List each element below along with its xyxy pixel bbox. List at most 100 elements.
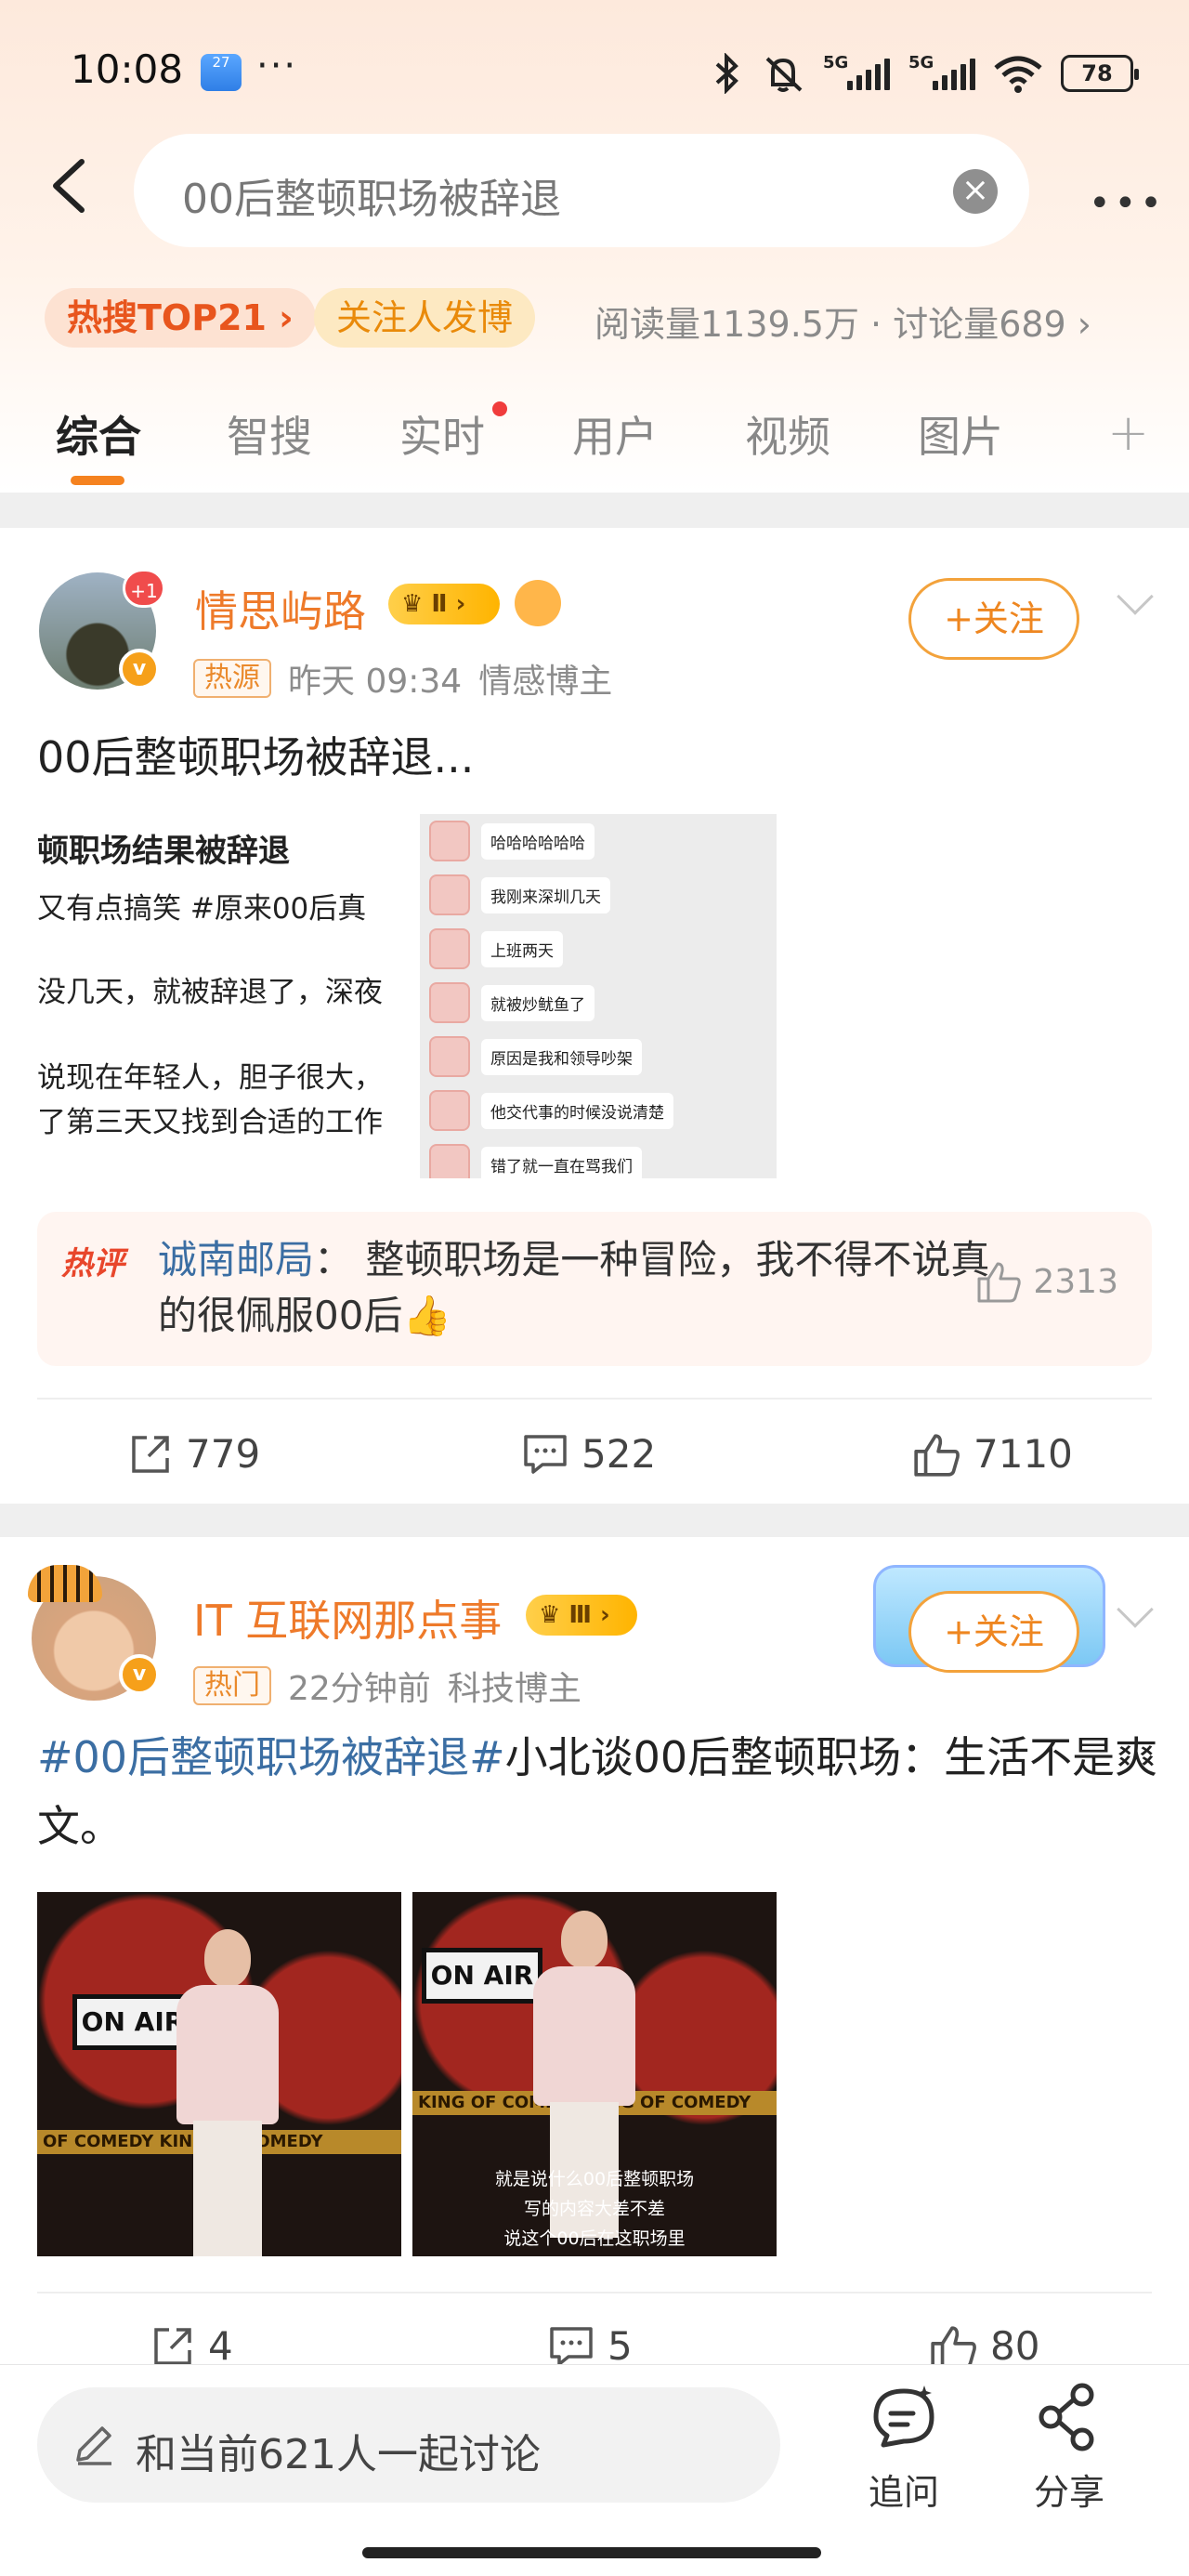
follow-button[interactable]: +关注 [908,578,1079,660]
post-time: 昨天 09:34 [288,663,463,701]
pig-avatar-icon [429,928,470,969]
pig-avatar-icon [429,1144,470,1178]
more-icon[interactable]: ••• [1089,182,1166,225]
chevron-down-icon[interactable] [1117,1591,1154,1628]
status-dots: ··· [256,45,298,87]
tab-bar: 综合 智搜 实时 用户 视频 图片 + [0,390,1189,493]
share-button[interactable]: 分享 [1018,2382,1120,2515]
status-time: 10:08 [71,46,184,92]
search-query: 00后整顿职场被辞退 [182,176,561,223]
video-thumbnail[interactable]: ON AIR KING OF COMEDY KING OF COMEDY 就是说… [412,1892,777,2256]
comment-button[interactable]: 5 [548,2323,633,2369]
post-text: #00后整顿职场被辞退#小北谈00后整顿职场：生活不是爽文。 [37,1723,1161,1860]
tab-videos[interactable]: 视频 [745,403,830,465]
comment-button[interactable]: 522 [522,1431,656,1477]
hot-comment-sep: ： [314,1237,354,1282]
emoji-badge-icon [515,580,561,626]
pig-avatar-icon [429,821,470,861]
chat-row: 哈哈哈哈哈哈 [429,818,594,864]
comment-icon [550,2326,593,2366]
pig-avatar-icon [429,1036,470,1077]
tab-images[interactable]: 图片 [918,403,1003,465]
follow-posts-chip[interactable]: 关注人发博 [314,288,536,348]
like-button[interactable]: 80 [929,2323,1039,2369]
post-category: 科技博主 [447,1670,581,1708]
hot-comment-text: 诚南邮局： 整顿职场是一种冒险，我不得不说真的很佩服00后👍 [158,1232,994,1344]
chat-row: 原因是我和领导吵架 [429,1033,642,1080]
back-icon[interactable] [45,158,95,214]
search-input[interactable]: 00后整顿职场被辞退 × [134,134,1029,247]
chevron-down-icon[interactable] [1117,578,1154,615]
add-tab-icon[interactable]: + [1107,403,1149,462]
hot-comment-likes[interactable]: 2313 [975,1260,1118,1303]
pig-avatar-icon [429,874,470,915]
comment-count: 5 [608,2323,633,2369]
video-thumbnail[interactable]: ON AIR OF COMEDY KING OF COMEDY [37,1892,401,2256]
avatar-badge: +1 [123,569,165,608]
repost-count: 4 [208,2323,233,2369]
repost-button[interactable]: 4 [150,2323,233,2369]
image-line: 又有点搞笑 #原来00后真 [37,892,367,926]
username[interactable]: IT 互联网那点事 [193,1587,502,1649]
topic-stats[interactable]: 阅读量1139.5万 · 讨论量689 › [594,296,1091,347]
on-air-sign: ON AIR [72,1994,193,2050]
video-subtitle: 说这个00后在这职场里 [503,2228,686,2249]
username[interactable]: 情思屿路 [195,578,366,639]
thumbs-up-icon [931,2325,976,2369]
chat-row: 我刚来深圳几天 [429,872,610,918]
post-image[interactable]: 顿职场结果被辞退 又有点搞笑 #原来00后真 没几天，就被辞退了，深夜 说现在年… [37,814,777,1178]
signal-icon: 5G [823,53,890,90]
chat-bubble: 他交代事的时候没说清楚 [481,1092,673,1129]
thumbs-up-icon [977,1262,1022,1303]
chat-bubble: 哈哈哈哈哈哈 [481,822,594,860]
image-text-column: 顿职场结果被辞退 又有点搞笑 #原来00后真 没几天，就被辞退了，深夜 说现在年… [37,814,409,1178]
hot-comment[interactable]: 热评 诚南邮局： 整顿职场是一种冒险，我不得不说真的很佩服00后👍 2313 [37,1212,1152,1366]
image-chat-column: 哈哈哈哈哈哈 我刚来深圳几天 上班两天 就被炒鱿鱼了 原因是我和领导吵架 他交代… [420,814,777,1178]
repost-button[interactable]: 779 [128,1431,260,1477]
chat-row: 上班两天 [429,926,563,972]
home-indicator [362,2547,821,2558]
video-subtitle: 就是说什么00后整顿职场 [494,2169,695,2189]
tab-users[interactable]: 用户 [572,403,658,465]
pencil-icon [76,2426,111,2465]
image-line: 说现在年轻人，胆子很大， [37,1061,383,1095]
chat-row: 就被炒鱿鱼了 [429,979,594,1026]
like-button[interactable]: 7110 [912,1431,1073,1477]
ask-chat-icon [873,2385,934,2448]
tab-realtime[interactable]: 实时 [399,403,485,465]
signal-icon: 5G [908,53,975,90]
post-actions: 779 522 7110 [0,1416,1189,1500]
hot-comment-user[interactable]: 诚南邮局 [158,1237,314,1282]
mute-icon [765,57,803,92]
chat-row: 他交代事的时候没说清楚 [429,1087,673,1134]
like-count: 80 [990,2323,1040,2369]
comment-count: 522 [581,1431,657,1477]
bluetooth-icon [715,53,738,94]
post-meta: 热源 昨天 09:34 情感博主 [193,654,612,703]
follow-button[interactable]: +关注 [908,1591,1079,1673]
clear-icon[interactable]: × [953,169,998,214]
verified-icon: v [119,649,160,690]
ask-button[interactable]: 追问 [853,2382,955,2515]
post-card: v IT 互联网那点事 ♛ Ⅲ › 热门 22分钟前 科技博主 +关注 #00后… [0,1537,1189,2373]
member-crown-icon: ♛ Ⅲ › [526,1595,637,1636]
wifi-icon [994,56,1042,93]
tab-smart-search[interactable]: 智搜 [227,403,312,465]
chat-bubble: 错了就一直在骂我们 [481,1146,642,1178]
discussion-input[interactable]: 和当前621人一起讨论 [37,2387,780,2503]
post-time: 22分钟前 [288,1670,431,1708]
repost-icon [154,2327,191,2365]
hot-rank-chip[interactable]: 热搜TOP21 › [45,288,316,348]
post-category: 情感博主 [478,663,613,701]
topic-link[interactable]: #00后整顿职场被辞退# [37,1732,505,1782]
thumbs-up-icon [914,1433,960,1477]
image-line: 没几天，就被辞退了，深夜 [37,976,383,1009]
tab-comprehensive[interactable]: 综合 [56,403,141,465]
pig-avatar-icon [429,1090,470,1131]
source-tag: 热源 [193,659,271,698]
realtime-dot [492,401,507,416]
divider [37,1398,1152,1400]
verified-icon: v [119,1654,160,1695]
weather-icon: 27 [201,54,242,91]
divider [37,2292,1152,2293]
